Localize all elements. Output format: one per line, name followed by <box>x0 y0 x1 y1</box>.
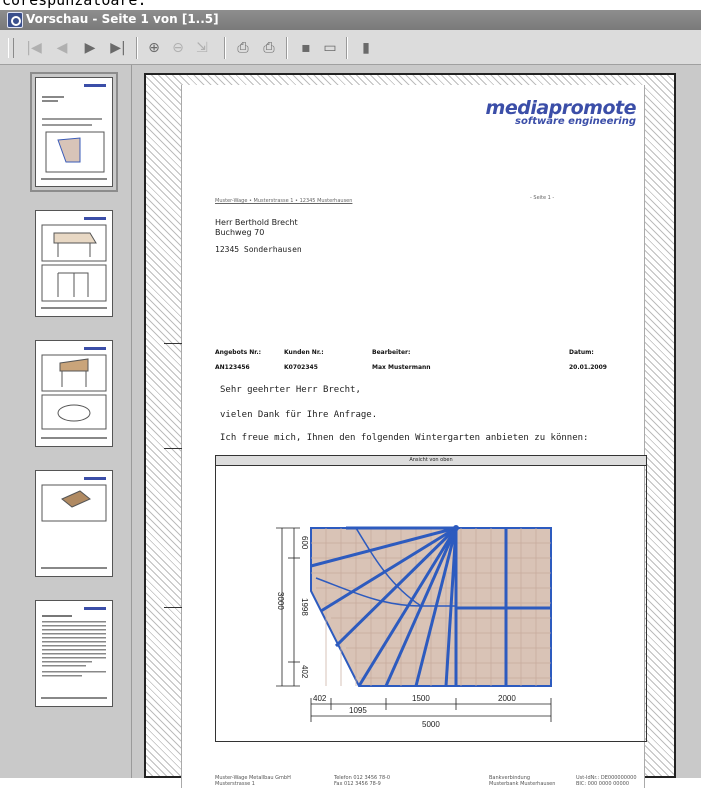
dim-bottom-2: 1095 <box>349 706 367 715</box>
prev-page-button[interactable]: ◀ <box>52 38 72 58</box>
toolbar-grip[interactable] <box>8 38 14 58</box>
thumbnail-page-5[interactable] <box>35 600 113 707</box>
window-title: Vorschau - Seite 1 von [1..5] <box>26 12 219 26</box>
print-icon: ⎙ <box>237 40 249 56</box>
page-number: - Seite 1 - <box>530 195 555 201</box>
cut-off-text: corespunzatoare. <box>0 0 701 10</box>
thumbnail-page-2-preview <box>41 217 107 309</box>
first-page-icon: |◀ <box>26 40 42 56</box>
zoom-in-icon: ⊕ <box>148 40 160 56</box>
salutation-text: Sehr geehrter Herr Brecht, <box>220 385 361 395</box>
print-button[interactable]: ⎙ <box>233 38 253 58</box>
offer-text: Ich freue mich, Ihnen den folgenden Wint… <box>220 433 589 443</box>
zoom-fit-button[interactable]: ⇲ <box>192 38 212 58</box>
zoom-out-icon: ⊖ <box>172 40 184 56</box>
dim-bottom-1: 402 <box>313 694 327 703</box>
figure-frame: Ansicht von oben 402 1095 1500 2000 5000… <box>215 455 647 742</box>
meta-value-clerk: Max Mustermann <box>372 364 431 371</box>
dim-bottom-3: 1500 <box>412 694 430 703</box>
company-logo: mediapromote software engineering <box>485 97 637 127</box>
toolbar: |◀ ◀ ▶ ▶| ⊕ ⊖ ⇲ ⎙ ⎙ ▪ ▭ ▮ <box>0 30 701 65</box>
dim-left-total: 3000 <box>276 592 285 610</box>
meta-value-date: 20.01.2009 <box>569 364 607 371</box>
thumbnail-sidebar[interactable] <box>0 65 132 778</box>
next-page-icon: ▶ <box>84 40 96 56</box>
thumbnail-page-4[interactable] <box>35 470 113 577</box>
meta-label-clerk: Bearbeiter: <box>372 349 411 356</box>
close-preview-button[interactable]: ▮ <box>356 38 376 58</box>
toolbar-separator <box>346 37 348 59</box>
toolbar-separator <box>224 37 226 59</box>
first-page-button[interactable]: |◀ <box>24 38 44 58</box>
print-setup-icon: ⎙ <box>263 40 275 56</box>
save-icon: ▪ <box>301 40 311 56</box>
last-page-button[interactable]: ▶| <box>108 38 128 58</box>
preview-area[interactable]: mediapromote software engineering Muster… <box>132 65 701 788</box>
footer-contact: Telefon 012 3456 78-0 Fax 012 3456 78-9 <box>334 775 391 787</box>
sender-line: Muster-Wage • Musterstrasse 1 • 12345 Mu… <box>215 198 353 204</box>
footer-tax: Ust-IdNr.: DE000000000 BIC: 000 0000 0000… <box>576 775 637 787</box>
close-preview-icon: ▮ <box>362 40 370 56</box>
dim-bottom-4: 2000 <box>498 694 516 703</box>
punch-mark <box>164 448 182 449</box>
title-bar: Vorschau - Seite 1 von [1..5] <box>0 10 701 30</box>
figure-title: Ansicht von oben <box>216 456 646 466</box>
page-hatch-border: mediapromote software engineering Muster… <box>144 73 676 788</box>
fold-mark <box>164 607 182 608</box>
thumbnail-page-5-preview <box>41 607 107 699</box>
prev-page-icon: ◀ <box>56 40 68 56</box>
document-page: mediapromote software engineering Muster… <box>164 85 647 788</box>
zoom-in-button[interactable]: ⊕ <box>144 38 164 58</box>
save-button[interactable]: ▪ <box>296 38 316 58</box>
thanks-text: vielen Dank für Ihre Anfrage. <box>220 410 378 420</box>
app-icon <box>7 12 23 28</box>
meta-label-date: Datum: <box>569 349 594 356</box>
thumbnail-page-2[interactable] <box>35 210 113 317</box>
toolbar-separator <box>286 37 288 59</box>
thumbnail-page-3[interactable] <box>35 340 113 447</box>
zoom-fit-icon: ⇲ <box>196 40 208 56</box>
meta-label-customer: Kunden Nr.: <box>284 349 324 356</box>
fold-mark <box>164 343 182 344</box>
meta-label-offer: Angebots Nr.: <box>215 349 262 356</box>
thumbnail-page-3-preview <box>41 347 107 439</box>
zoom-out-button[interactable]: ⊖ <box>168 38 188 58</box>
last-page-icon: ▶| <box>110 40 126 56</box>
recipient-city: 12345 Sonderhausen <box>215 245 302 254</box>
thumbnail-page-4-preview <box>41 477 107 569</box>
dim-left-1: 600 <box>300 536 309 550</box>
export-button[interactable]: ▭ <box>320 38 340 58</box>
thumbnail-page-1-preview <box>41 84 107 180</box>
recipient-name: Herr Berthold Brecht <box>215 218 298 227</box>
next-page-button[interactable]: ▶ <box>80 38 100 58</box>
dim-bottom-total: 5000 <box>422 720 440 729</box>
thumbnail-page-1[interactable] <box>30 72 118 192</box>
print-setup-button[interactable]: ⎙ <box>259 38 279 58</box>
winter-garden-floorplan: 402 1095 1500 2000 5000 600 1998 402 300… <box>276 525 552 729</box>
footer-bank: Bankverbindung Musterbank Musterhausen <box>489 775 556 787</box>
export-icon: ▭ <box>323 40 337 56</box>
dim-left-3: 402 <box>300 665 309 679</box>
recipient-street: Buchweg 70 <box>215 228 265 237</box>
dim-left-2: 1998 <box>300 598 309 616</box>
meta-value-customer: K0702345 <box>284 364 318 371</box>
meta-value-offer: AN123456 <box>215 364 250 371</box>
toolbar-separator <box>136 37 138 59</box>
footer-company: Muster-Wage Metallbau GmbH Musterstrasse … <box>215 775 291 787</box>
